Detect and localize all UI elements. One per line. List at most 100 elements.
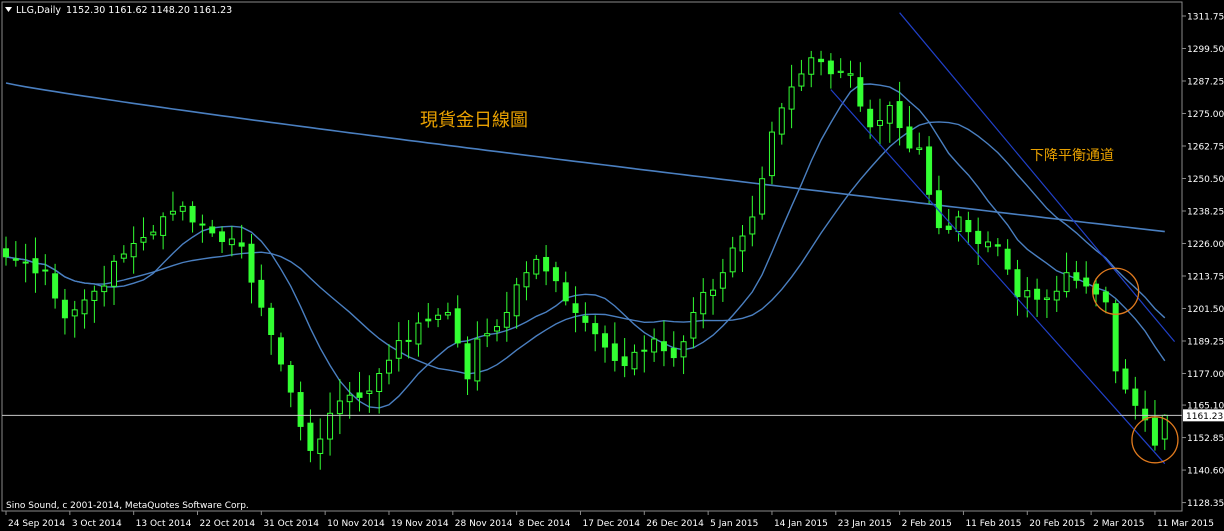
candle-body bbox=[356, 392, 363, 398]
candle-body bbox=[12, 258, 19, 261]
descending-channel bbox=[830, 12, 1176, 465]
candle-body bbox=[867, 108, 874, 128]
candle-body bbox=[277, 337, 284, 365]
candle-body bbox=[778, 107, 785, 135]
candle-body bbox=[317, 438, 324, 454]
candle-body bbox=[896, 101, 903, 129]
candle-body bbox=[965, 219, 972, 233]
candle-body bbox=[906, 126, 913, 149]
time-tick-label: 10 Nov 2014 bbox=[327, 519, 385, 529]
candle-body bbox=[425, 318, 432, 322]
candle-body bbox=[759, 178, 766, 215]
candle-body bbox=[160, 216, 167, 236]
candle-body bbox=[798, 73, 805, 87]
chart-header: LLG,Daily 1152.30 1161.62 1148.20 1161.2… bbox=[5, 5, 232, 16]
candle-body bbox=[71, 309, 78, 317]
price-tick-label: 1189.25 bbox=[1187, 338, 1224, 348]
candle-body bbox=[710, 289, 717, 296]
candle-body bbox=[258, 279, 265, 308]
candle-body bbox=[1053, 290, 1060, 301]
candle-body bbox=[169, 210, 176, 215]
candle-body bbox=[994, 244, 1001, 247]
time-tick-label: 17 Dec 2014 bbox=[582, 519, 640, 529]
candle-body bbox=[543, 256, 550, 272]
candle-body bbox=[130, 243, 137, 258]
candle-body bbox=[376, 373, 383, 393]
candle-body bbox=[474, 338, 481, 382]
price-chart[interactable]: 1311.75 1299.50 1287.25 1275.00 1262.75 1250.… bbox=[0, 0, 1224, 531]
candle-body bbox=[248, 243, 255, 283]
candle-body bbox=[385, 359, 392, 374]
candle-body bbox=[611, 343, 618, 361]
time-tick-label: 2 Mar 2015 bbox=[1093, 519, 1144, 529]
time-tick-label: 13 Oct 2014 bbox=[136, 519, 192, 529]
candle-body bbox=[219, 231, 226, 243]
ohlc-readout: 1152.30 1161.62 1148.20 1161.23 bbox=[66, 5, 232, 16]
candle-body bbox=[395, 340, 402, 359]
price-tick-label: 1275.00 bbox=[1187, 110, 1224, 120]
time-tick-label: 2 Feb 2015 bbox=[902, 519, 952, 529]
price-tick-label: 1238.25 bbox=[1187, 208, 1224, 218]
time-tick-label: 8 Dec 2014 bbox=[519, 519, 571, 529]
candle-body bbox=[327, 412, 334, 440]
candle-body bbox=[945, 225, 952, 230]
candle-body bbox=[1024, 290, 1031, 298]
candle-body bbox=[729, 247, 736, 273]
candle-body bbox=[454, 308, 461, 344]
candle-body bbox=[788, 86, 795, 110]
candle-body bbox=[660, 341, 667, 352]
time-tick-label: 31 Oct 2014 bbox=[263, 519, 319, 529]
time-tick-label: 26 Dec 2014 bbox=[646, 519, 704, 529]
candle-body bbox=[297, 392, 304, 427]
price-tick-label: 1152.85 bbox=[1187, 434, 1224, 444]
candle-body bbox=[985, 241, 991, 248]
candle-body bbox=[886, 105, 893, 124]
chart-window: 1311.75 1299.50 1287.25 1275.00 1262.75 1250.… bbox=[0, 0, 1224, 531]
time-tick-label: 11 Feb 2015 bbox=[965, 519, 1021, 529]
time-tick-label: 11 Mar 2015 bbox=[1157, 519, 1214, 529]
time-tick-label: 20 Feb 2015 bbox=[1029, 519, 1085, 529]
candle-body bbox=[503, 311, 510, 328]
candle-body bbox=[621, 356, 628, 367]
candle-body bbox=[876, 120, 883, 126]
candle-body bbox=[1014, 269, 1021, 298]
candle-body bbox=[523, 272, 530, 288]
candle-body bbox=[562, 282, 569, 302]
candle-body bbox=[1004, 248, 1011, 270]
candle-body bbox=[1093, 283, 1100, 295]
candle-body bbox=[1063, 272, 1070, 293]
candle-body bbox=[926, 146, 933, 195]
price-tick-label: 1311.75 bbox=[1187, 13, 1224, 23]
time-tick-label: 3 Oct 2014 bbox=[72, 519, 122, 529]
candle-body bbox=[847, 73, 854, 76]
candle-body bbox=[1073, 272, 1080, 281]
candle-body bbox=[91, 290, 98, 301]
candle-body bbox=[435, 314, 442, 320]
price-tick-label: 1128.35 bbox=[1187, 499, 1224, 509]
dropdown-triangle-icon[interactable] bbox=[5, 7, 12, 12]
candle-body bbox=[719, 272, 726, 289]
time-tick-label: 5 Jan 2015 bbox=[710, 519, 758, 529]
candle-body bbox=[415, 322, 422, 345]
candle-body bbox=[52, 273, 59, 299]
candle-body bbox=[150, 231, 157, 236]
spot-gold-daily-annotation: 現貨金日線圖 bbox=[420, 110, 528, 131]
price-tick-label: 1250.50 bbox=[1187, 175, 1224, 185]
current-price-label: 1161.23 bbox=[1186, 412, 1223, 422]
candle-body bbox=[268, 307, 275, 336]
time-tick-label: 28 Nov 2014 bbox=[455, 519, 513, 529]
symbol-label: LLG,Daily bbox=[16, 5, 61, 16]
candle-body bbox=[81, 299, 88, 315]
candle-body bbox=[22, 261, 29, 264]
price-axis-labels: 1311.75 1299.50 1287.25 1275.00 1262.75 1250.… bbox=[1182, 13, 1224, 509]
time-tick-label: 24 Sep 2014 bbox=[8, 519, 65, 529]
price-tick-label: 1226.00 bbox=[1187, 240, 1224, 250]
candle-body bbox=[1122, 368, 1129, 390]
time-tick-label: 23 Jan 2015 bbox=[838, 519, 892, 529]
candle-body bbox=[651, 338, 658, 353]
price-tick-label: 1299.50 bbox=[1187, 45, 1224, 55]
candle-body bbox=[916, 147, 923, 151]
candle-body bbox=[209, 226, 216, 234]
price-tick-label: 1177.00 bbox=[1187, 370, 1224, 380]
candle-body bbox=[1043, 297, 1050, 300]
